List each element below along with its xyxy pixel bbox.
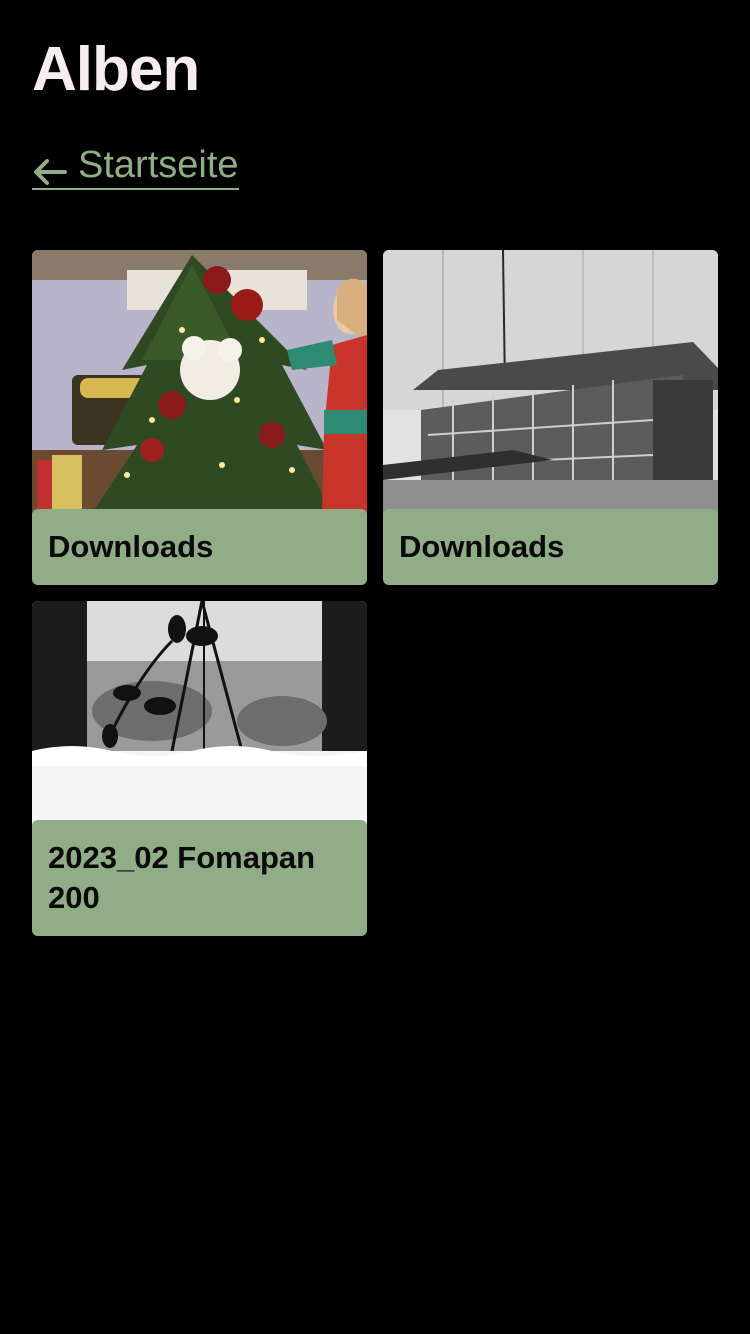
back-to-home-link[interactable]: Startseite xyxy=(32,142,239,190)
album-grid: Downloads Downloads 2023_02 Fomapan 200 xyxy=(32,250,718,936)
arrow-left-icon xyxy=(32,151,68,185)
albums-page: Alben Startseite Downloads Downloads 202… xyxy=(0,0,750,1334)
album-title: Downloads xyxy=(383,509,718,585)
page-title: Alben xyxy=(32,35,200,104)
album-thumbnail-window-plant xyxy=(32,601,367,824)
back-link-label: Startseite xyxy=(78,144,239,186)
album-thumbnail-christmas-tree xyxy=(32,250,367,513)
album-card[interactable]: Downloads xyxy=(32,250,367,585)
album-title: 2023_02 Fomapan 200 xyxy=(32,820,367,936)
album-thumbnail-barn xyxy=(383,250,718,513)
album-title: Downloads xyxy=(32,509,367,585)
album-card[interactable]: Downloads xyxy=(383,250,718,585)
album-card[interactable]: 2023_02 Fomapan 200 xyxy=(32,601,367,936)
